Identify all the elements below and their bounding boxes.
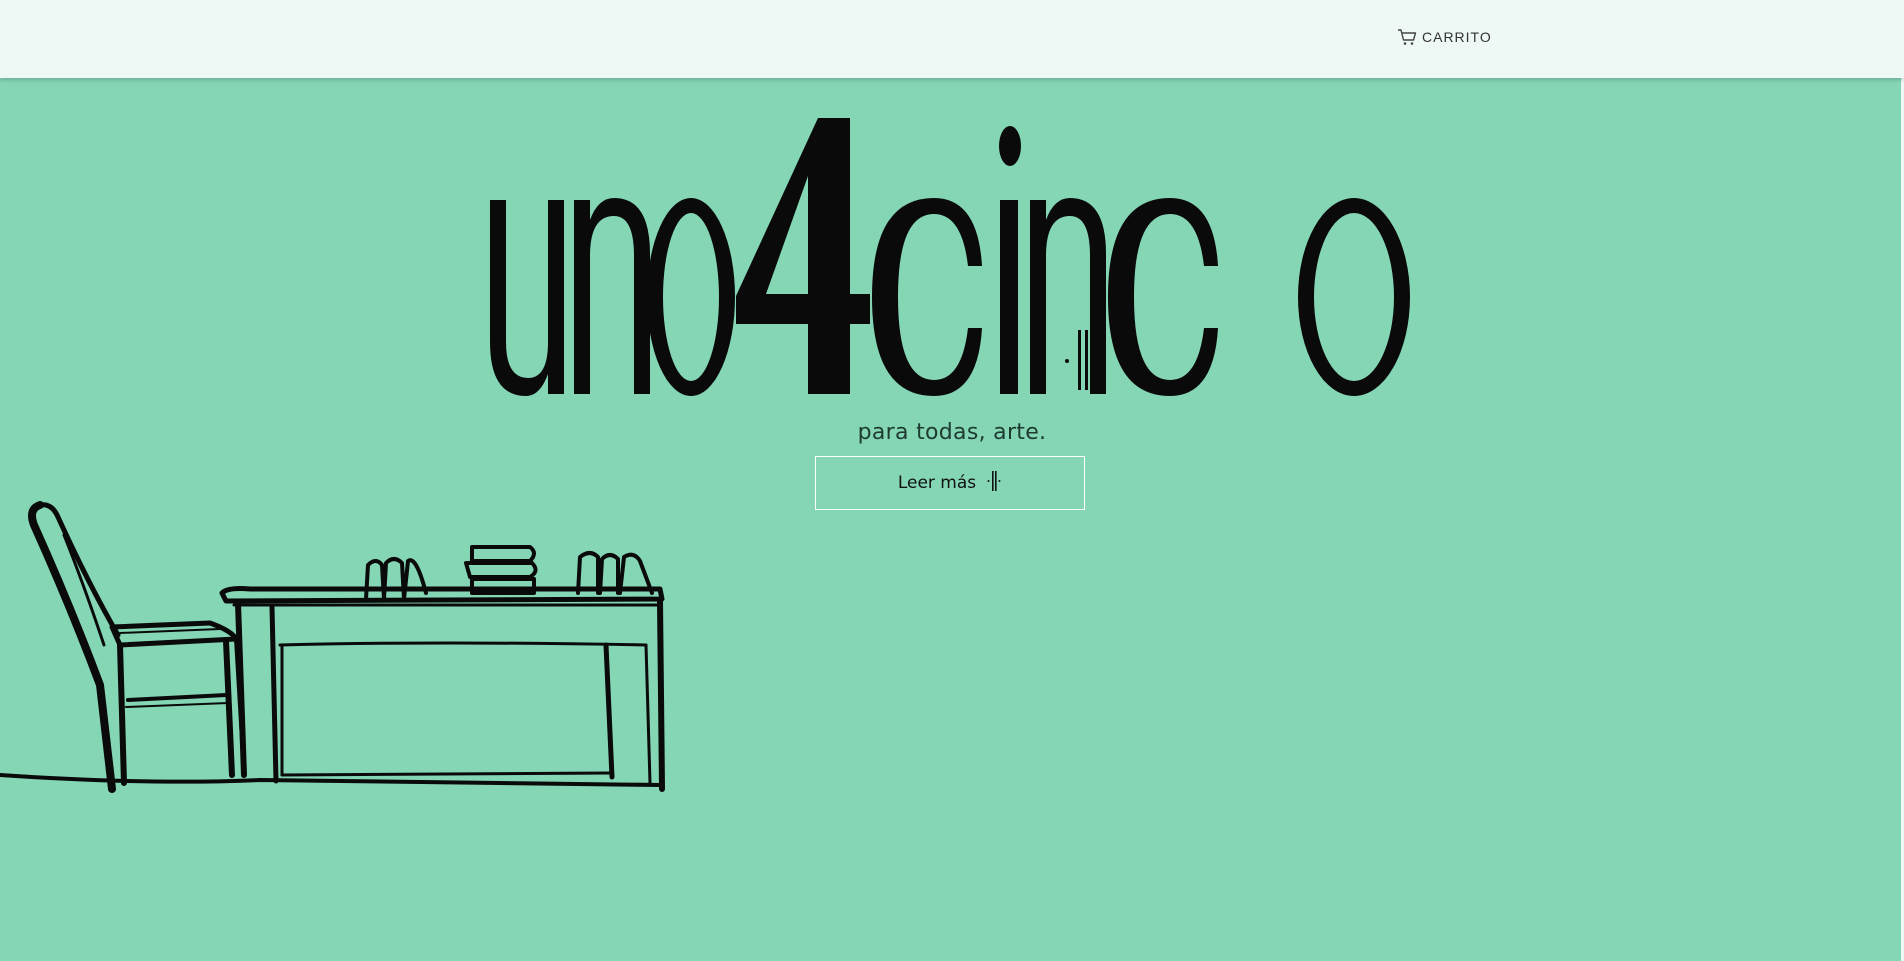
cart-link[interactable]: CARRITO bbox=[1397, 28, 1492, 46]
site-header: CARRITO bbox=[0, 0, 1904, 78]
tagline: para todas, arte. bbox=[857, 420, 1047, 445]
bars-mark-icon bbox=[986, 469, 1002, 498]
read-more-label: Leer más bbox=[897, 473, 977, 493]
cart-label: CARRITO bbox=[1422, 29, 1492, 45]
desk-chair-illustration bbox=[0, 501, 665, 793]
brand-logo bbox=[490, 118, 1410, 396]
page: CARRITO para todas, arte. Leer más bbox=[0, 0, 1904, 961]
shopping-cart-icon bbox=[1397, 28, 1417, 46]
read-more-button[interactable]: Leer más bbox=[815, 456, 1085, 510]
